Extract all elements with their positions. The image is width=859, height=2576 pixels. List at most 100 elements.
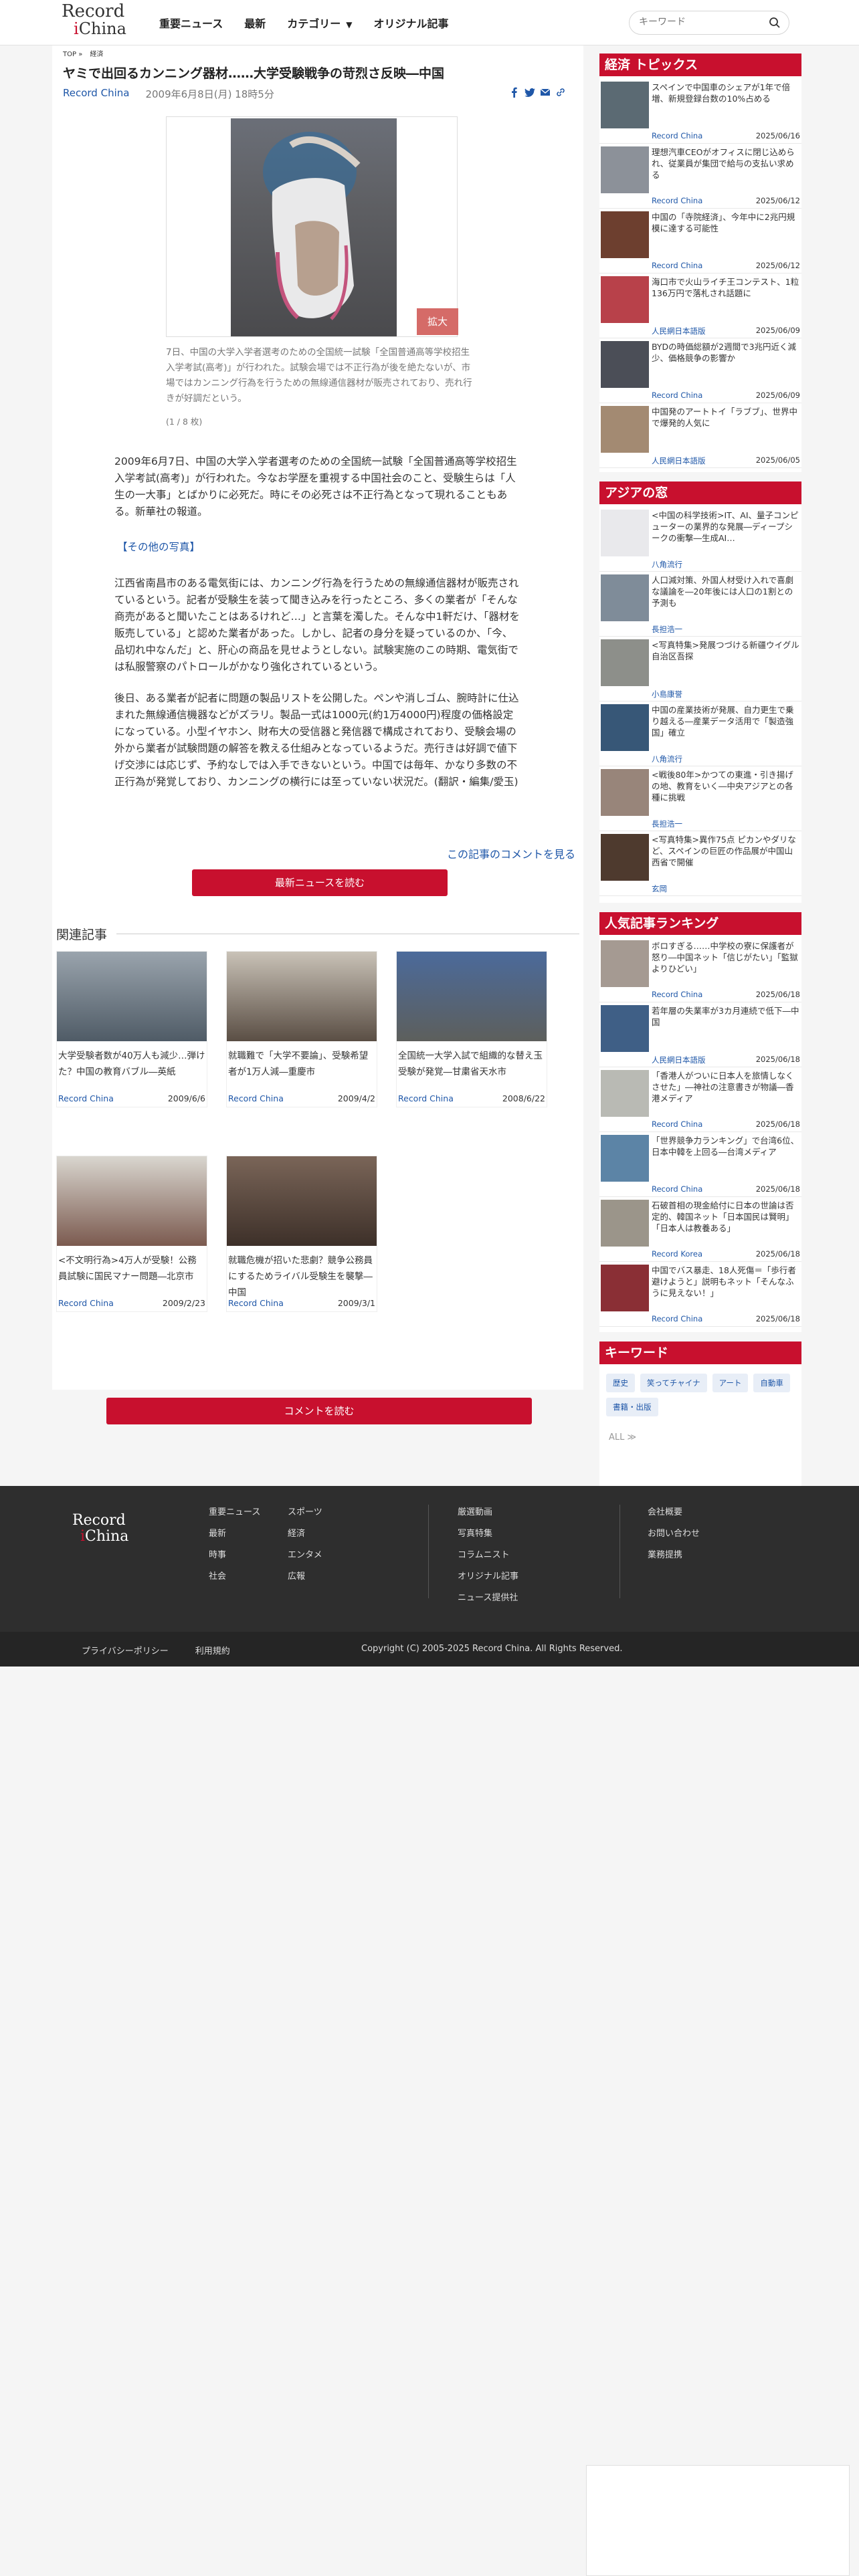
topic-date: 2025/06/12 (755, 196, 800, 205)
keyword-tag[interactable]: 歴史 (606, 1374, 635, 1392)
site-logo[interactable]: Record iChina (62, 3, 136, 41)
related-card[interactable]: <不文明行為>4万人が受験！公務員試験に国民マナー問題―北京市 Record C… (56, 1156, 207, 1312)
breadcrumb-top[interactable]: TOP (63, 51, 76, 58)
topic-title: スペインで中国車のシェアが1年で倍増、新規登録台数の10%占める (652, 82, 791, 104)
logo-line2: iChina (74, 19, 126, 38)
footer-link[interactable]: ニュース提供社 (458, 1593, 518, 1603)
facebook-icon[interactable] (509, 87, 520, 98)
economy-topic-item[interactable]: 海口市で火山ライチ王コンテスト、1粒136万円で落札され話題に 人民網日本語版 20… (599, 274, 801, 338)
footer-link[interactable]: エンタメ (288, 1550, 322, 1560)
asia-item[interactable]: 人口減対策、外国人材受け入れで喜劇な議論を―20年後には人口の1割との予測も 長担… (599, 572, 801, 637)
topic-thumbnail (601, 146, 649, 193)
footer-logo-line2: iChina (80, 1528, 129, 1545)
footer-link[interactable]: 社会 (209, 1572, 226, 1582)
footer-link[interactable]: オリジナル記事 (458, 1572, 518, 1582)
footer-link[interactable]: スポーツ (288, 1507, 322, 1517)
nav-category-label: カテゴリー (287, 17, 341, 30)
twitter-icon[interactable] (524, 87, 535, 98)
nav-latest[interactable]: 最新 (244, 15, 266, 31)
ranking-source: Record China (652, 990, 703, 999)
asia-item[interactable]: <写真特集>異作75点 ピカンやダリなど、スペインの巨匠の作品展が中国山西省で開… (599, 831, 801, 896)
topic-thumbnail (601, 406, 649, 453)
share-buttons (509, 87, 566, 98)
keyword-tag[interactable]: 自動車 (753, 1374, 790, 1392)
economy-topic-item[interactable]: 理想汽車CEOがオフィスに閉じ込められ、従業員が集団で給与の支払い求める Reco… (599, 144, 801, 209)
related-card[interactable]: 就職危機が招いた悲劇？競争公務員にするためライバル受験生を襲撃―中国 Recor… (226, 1156, 377, 1312)
economy-topic-item[interactable]: スペインで中国車のシェアが1年で倍増、新規登録台数の10%占める Record C… (599, 79, 801, 144)
economy-topic-item[interactable]: BYDの時価総額が2週間で3兆円近く減少、価格競争の影響か Record Chin… (599, 338, 801, 403)
related-card[interactable]: 就職難で「大学不要論」、受験希望者が1万人減―重慶市 Record China … (226, 951, 377, 1107)
footer-link[interactable]: 広報 (288, 1572, 305, 1582)
keyword-heading: キーワード (599, 1341, 801, 1364)
read-latest-news-button[interactable]: 最新ニュースを読む (192, 869, 448, 896)
related-title: 全国統一大学入試で組織的な替え玉受験が発覚―甘粛省天水市 (398, 1051, 543, 1077)
footer-link[interactable]: 経済 (288, 1529, 305, 1539)
nav-category[interactable]: カテゴリー ▼ (287, 15, 352, 31)
topic-title: 理想汽車CEOがオフィスに閉じ込められ、従業員が集団で給与の支払い求める (652, 147, 795, 180)
ranking-item[interactable]: 若年層の失業率が3カ月連続で低下―中国 人民網日本語版 2025/06/18 (599, 1002, 801, 1067)
footer-link[interactable]: コラムニスト (458, 1550, 510, 1560)
footer-link[interactable]: 厳選動画 (458, 1507, 492, 1517)
ranking-source: Record China (652, 1184, 703, 1194)
keyword-tag[interactable]: アート (712, 1374, 749, 1392)
ranking-item[interactable]: 「香港人がついに日本人を旅情しなくさせた」―神社の注意書きが物議―香港メディア R… (599, 1067, 801, 1132)
article-photo[interactable] (231, 118, 397, 336)
search-input[interactable] (639, 17, 759, 27)
footer-link[interactable]: 業務提携 (648, 1550, 682, 1560)
ranking-date: 2025/06/18 (755, 1249, 800, 1259)
ranking-item[interactable]: 中国でバス暴走、18人死傷＝「歩行者避けようと」説明もネット「そんなふうに見えな… (599, 1262, 801, 1327)
related-card[interactable]: 大学受験者数が40万人も減少…弾けた？中国の教育バブル―英紙 Record Ch… (56, 951, 207, 1107)
footer-link[interactable]: 時事 (209, 1550, 226, 1560)
breadcrumb: TOP » 経済 (63, 48, 104, 58)
keyword-tag[interactable]: 笑ってチャイナ (640, 1374, 707, 1392)
view-comments-link[interactable]: この記事のコメントを見る (447, 845, 575, 861)
footer-link[interactable]: 重要ニュース (209, 1507, 260, 1517)
all-keywords-link[interactable]: ALL ≫ (609, 1432, 636, 1442)
economy-topic-item[interactable]: 中国の「寺院経済」、今年中に2兆円規模に達する可能性 Record China 20… (599, 209, 801, 274)
ranking-item[interactable]: 石破首相の現金給付に日本の世論は否定的、韓国ネット「日本国民は賢明」「日本人は教… (599, 1197, 801, 1262)
terms-link[interactable]: 利用規約 (195, 1644, 230, 1656)
nav-original-articles[interactable]: オリジナル記事 (373, 15, 448, 31)
asia-author: 八角流行 (652, 560, 682, 569)
mail-icon[interactable] (540, 87, 551, 98)
ranking-item[interactable]: ボロすぎる……中学校の寮に保護者が怒り―中国ネット「信じがたい」「監獄よりひどい… (599, 938, 801, 1002)
asia-item[interactable]: <写真特集>発展つづける新疆ウイグル自治区吾探 小島康誉 (599, 637, 801, 702)
footer-link[interactable]: お問い合わせ (648, 1529, 700, 1539)
nav-important-news[interactable]: 重要ニュース (159, 15, 223, 31)
asia-thumbnail (601, 704, 649, 751)
related-articles-heading: 関連記事 (56, 926, 579, 942)
link-icon[interactable] (555, 87, 566, 98)
more-photos-link[interactable]: 【その他の写真】 (117, 539, 200, 554)
related-thumbnail (57, 1156, 207, 1246)
keyword-box: キーワード 歴史 笑ってチャイナ アート 自動車 書籍・出版 ALL ≫ (599, 1341, 801, 1489)
search-icon[interactable] (769, 17, 781, 29)
asia-item[interactable]: <中国の科学技術>IT、AI、量子コンピューターの業界的な発展―ディープシークの… (599, 507, 801, 572)
footer-link[interactable]: 会社概要 (648, 1507, 682, 1517)
asia-item[interactable]: 中国の産業技術が発展、自力更生で乗り越える―産業データ活用で「製造強国」確立 八角… (599, 702, 801, 766)
footer-link[interactable]: 写真特集 (458, 1529, 492, 1539)
popular-ranking: 人気記事ランキング ボロすぎる……中学校の寮に保護者が怒り―中国ネット「信じがた… (599, 912, 801, 1332)
keyword-tag[interactable]: 書籍・出版 (606, 1398, 658, 1416)
ranking-item[interactable]: 「世界競争力ランキング」で台湾6位、日本中韓を上回る―台湾メディア Record … (599, 1132, 801, 1197)
related-date: 2009/2/23 (162, 1298, 205, 1308)
economy-topic-item[interactable]: 中国発のアートトイ「ラブブ」、世界中で爆発的人気に 人民網日本語版 2025/06/… (599, 403, 801, 468)
read-comments-button[interactable]: コメントを読む (106, 1398, 532, 1424)
economy-topics: 経済 トピックス スペインで中国車のシェアが1年で倍増、新規登録台数の10%占め… (599, 53, 801, 472)
related-title: 就職危機が招いた悲劇？競争公務員にするためライバル受験生を襲撃―中国 (228, 1255, 373, 1298)
related-thumbnail (227, 1156, 377, 1246)
footer-divider (619, 1505, 620, 1598)
breadcrumb-economy[interactable]: 経済 (90, 51, 104, 58)
expand-photo-button[interactable]: 拡大 (417, 308, 458, 335)
footer-link[interactable]: 最新 (209, 1529, 226, 1539)
asia-thumbnail (601, 834, 649, 881)
asia-thumbnail (601, 769, 649, 816)
ranking-thumbnail (601, 1265, 649, 1311)
privacy-policy-link[interactable]: プライバシーポリシー (82, 1644, 169, 1656)
related-thumbnail (227, 952, 377, 1041)
asia-title: <写真特集>発展つづける新疆ウイグル自治区吾探 (652, 640, 799, 661)
footer-logo[interactable]: Record iChina (72, 1513, 135, 1545)
related-card[interactable]: 全国統一大学入試で組織的な替え玉受験が発覚―甘粛省天水市 Record Chin… (396, 951, 547, 1107)
article-source[interactable]: Record China (63, 87, 129, 101)
site-header: Record iChina 重要ニュース 最新 カテゴリー ▼ オリジナル記事 (0, 0, 859, 45)
asia-item[interactable]: <戦後80年>かつての東進・引き揚げの地、教育をいく―中央アジアとの各種に挑戦長… (599, 766, 801, 831)
